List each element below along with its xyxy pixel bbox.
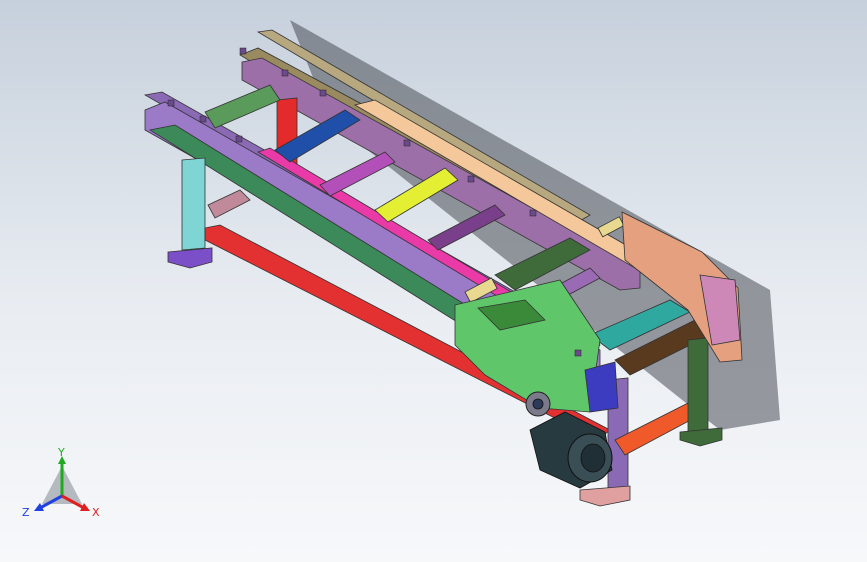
- rear-leg-right-foot[interactable]: [679, 427, 723, 447]
- front-leg-left-foot[interactable]: [167, 247, 213, 269]
- axis-triad: Y Z X: [22, 448, 100, 519]
- rear-leg-right[interactable]: [687, 337, 709, 436]
- z-axis-label: Z: [22, 506, 30, 519]
- coupling-hub[interactable]: [532, 398, 544, 410]
- x-axis-label: X: [92, 506, 100, 519]
- front-leg-right-foot[interactable]: [579, 485, 631, 507]
- front-leg-left[interactable]: [181, 157, 206, 251]
- gearbox-blue-plate[interactable]: [584, 361, 619, 413]
- y-axis-label: Y: [57, 448, 65, 459]
- bottom-tie-salmon[interactable]: [207, 189, 251, 219]
- cross-member-magenta[interactable]: [319, 151, 396, 197]
- conveyor-3d-model[interactable]: [0, 0, 867, 562]
- motor-end-cap[interactable]: [580, 443, 606, 473]
- cross-member-green[interactable]: [204, 84, 281, 129]
- cad-viewport[interactable]: Y Z X: [0, 0, 867, 562]
